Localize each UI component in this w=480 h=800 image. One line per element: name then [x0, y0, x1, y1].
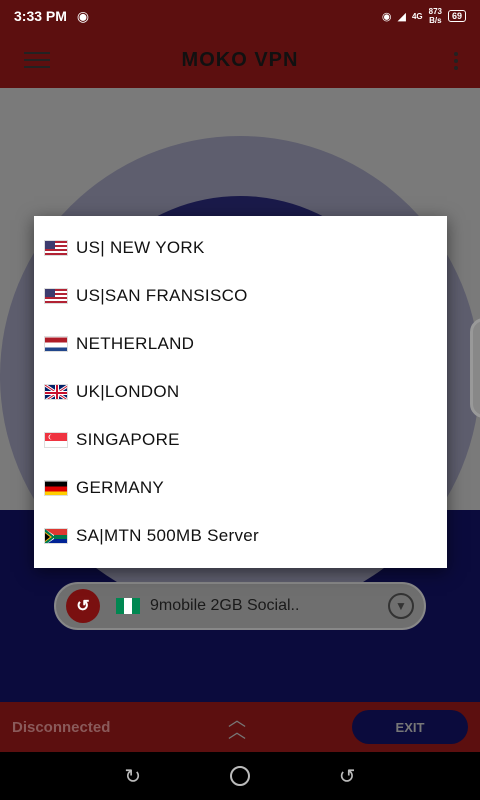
system-nav-bar: ↻ ↺ — [0, 752, 480, 800]
selected-server-label: 9mobile 2GB Social.. — [150, 597, 300, 614]
chevron-up-icon[interactable]: ︿ ︿ — [228, 711, 246, 741]
server-item-us-san-fransisco[interactable]: US|SAN FRANSISCO — [34, 272, 447, 320]
hotspot-icon: ◉ — [381, 10, 392, 23]
server-item-label: SA|MTN 500MB Server — [76, 526, 259, 545]
network-type: 4G — [411, 11, 423, 21]
status-time: 3:33 PM — [14, 8, 67, 24]
us-flag-icon — [44, 240, 68, 256]
netherlands-flag-icon — [44, 336, 68, 352]
battery-icon: 69 — [447, 10, 466, 22]
server-item-label: US| NEW YORK — [76, 238, 205, 257]
app-logo-icon: ↺ — [66, 589, 100, 623]
server-item-label: SINGAPORE — [76, 430, 180, 449]
server-item-us-new-york[interactable]: US| NEW YORK — [34, 224, 447, 272]
nigeria-flag-icon — [116, 598, 140, 614]
chevron-down-icon[interactable]: ▼ — [388, 593, 414, 619]
server-item-sa-mtn-500mb[interactable]: SA|MTN 500MB Server — [34, 512, 447, 560]
server-item-germany[interactable]: GERMANY — [34, 464, 447, 512]
back-icon[interactable]: ↺ — [339, 764, 356, 789]
hotspot-icon: ◉ — [76, 7, 90, 24]
south-africa-flag-icon — [44, 528, 68, 544]
hamburger-menu-icon[interactable] — [24, 52, 50, 68]
server-item-label: GERMANY — [76, 478, 165, 497]
status-bar: 3:33 PM ◉ ◉ ◢ 4G 873 B/s 69 — [0, 0, 480, 32]
exit-button[interactable]: EXIT — [352, 710, 468, 744]
side-handle[interactable] — [470, 318, 480, 418]
recents-icon[interactable]: ↻ — [124, 764, 141, 789]
server-item-netherland[interactable]: NETHERLAND — [34, 320, 447, 368]
server-list-dialog: US| NEW YORK US|SAN FRANSISCO NETHERLAND… — [34, 216, 447, 568]
server-item-uk-london[interactable]: UK|LONDON — [34, 368, 447, 416]
app-bar: MOKO VPN — [0, 32, 480, 88]
us-flag-icon — [44, 288, 68, 304]
footer-bar: Disconnected ︿ ︿ EXIT — [0, 702, 480, 752]
singapore-flag-icon — [44, 432, 68, 448]
uk-flag-icon — [44, 384, 68, 400]
app-title: MOKO VPN — [181, 48, 299, 71]
signal-icon: ◢ — [397, 10, 406, 23]
server-selector[interactable]: ↺ 9mobile 2GB Social.. ▼ — [54, 582, 426, 630]
home-icon[interactable] — [229, 766, 250, 786]
connection-status: Disconnected — [12, 719, 111, 736]
germany-flag-icon — [44, 480, 68, 496]
more-options-icon[interactable] — [454, 52, 458, 70]
server-item-label: UK|LONDON — [76, 382, 180, 401]
server-item-singapore[interactable]: SINGAPORE — [34, 416, 447, 464]
server-item-label: NETHERLAND — [76, 334, 195, 353]
status-right: ◉ ◢ 4G 873 B/s 69 — [382, 7, 466, 25]
net-speed: 873 B/s — [428, 7, 442, 25]
server-item-label: US|SAN FRANSISCO — [76, 286, 248, 305]
